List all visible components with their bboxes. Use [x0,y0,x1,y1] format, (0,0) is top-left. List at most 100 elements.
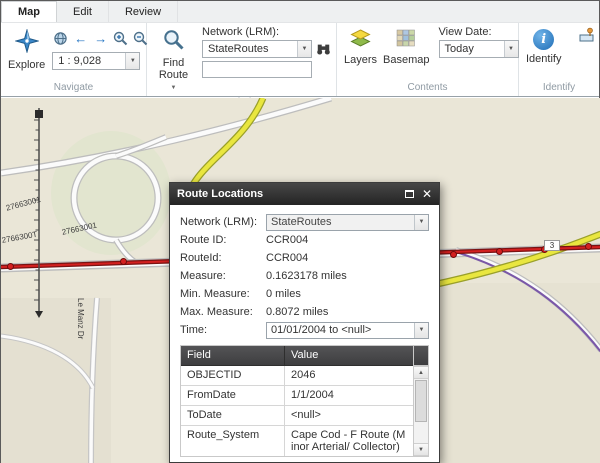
network-lrm-select[interactable]: StateRoutes ▼ [202,40,312,58]
time-select[interactable]: 01/01/2004 to <null> ▼ [266,322,429,339]
close-icon[interactable]: ✕ [422,188,432,200]
route-locations-dialog: Route Locations ✕ Network (LRM): StateRo… [169,182,440,463]
network-lrm-dialog-select[interactable]: StateRoutes ▼ [266,214,429,231]
layers-label: Layers [344,54,377,66]
group-contents: Layers Basemap View Date: To [337,23,519,96]
table-row[interactable]: FromDate 1/1/2004 [181,386,413,406]
network-lrm-label: Network (LRM): [202,26,332,40]
route-id-input[interactable] [202,61,312,78]
chevron-down-icon: ▼ [297,41,311,57]
chevron-down-icon: ▼ [504,41,518,57]
chevron-down-icon: ▼ [171,82,177,94]
next-extent-icon[interactable]: → [92,30,109,47]
find-route-magnifier-icon [163,29,185,54]
field-label: Min. Measure: [180,288,266,300]
basemap-button[interactable]: Basemap [380,26,432,82]
field-value: CCR004 [266,252,429,264]
route-point-marker[interactable] [585,243,592,250]
secondary-road-casing [1,98,331,173]
group-label-navigate: Navigate [1,82,146,96]
find-route-label: Find Route [154,57,193,81]
table-row[interactable]: ToDate <null> [181,406,413,426]
field-value: 0.1623178 miles [266,270,429,282]
group-find: Find Route ▼ Network (LRM): StateRoutes … [147,23,337,96]
table-row[interactable]: Route_System Cape Cod - F Route (Minor A… [181,426,413,456]
basemap-icon [396,29,416,51]
zoom-in-icon[interactable] [112,30,129,47]
field-label: Max. Measure: [180,306,266,318]
cell-value: <null> [285,406,413,425]
app-window: Map Edit Review Explore [0,0,600,463]
scale-combo[interactable]: 1 : 9,028 ▼ [52,52,140,70]
field-row-routeid: RouteId: CCR004 [180,249,429,267]
identify-label: Identify [526,53,561,65]
group-navigate: Explore ← → [1,23,147,96]
chevron-down-icon: ▼ [414,215,428,230]
field-row-network: Network (LRM): StateRoutes ▼ [180,213,429,231]
ribbon: Explore ← → [1,23,599,97]
dialog-title: Route Locations [177,188,263,200]
layers-button[interactable]: Layers [341,26,380,82]
chevron-down-icon: ▼ [125,53,139,69]
route-point-marker[interactable] [496,248,503,255]
field-row-time: Time: 01/01/2004 to <null> ▼ [180,321,429,339]
cell-value: Cape Cod - F Route (Minor Arterial/ Coll… [285,426,413,456]
route-point-marker[interactable] [450,251,457,258]
identify-location-icon[interactable] [578,26,596,44]
route-shield: 3 [544,240,560,251]
group-label-identify: Identify [519,82,599,96]
field-value: CCR004 [266,234,429,246]
scrollbar-track[interactable] [414,379,428,443]
network-lrm-value: StateRoutes [208,43,269,55]
field-label: Route ID: [180,234,266,246]
tab-map[interactable]: Map [1,1,57,22]
group-label-contents: Contents [337,82,518,96]
field-label: RouteId: [180,252,266,264]
identify-info-icon: i [533,29,554,50]
field-row-min-measure: Min. Measure: 0 miles [180,285,429,303]
table-header-row: Field Value [181,346,413,366]
scale-value: 1 : 9,028 [58,55,101,67]
tab-edit[interactable]: Edit [57,1,109,22]
cell-field: FromDate [181,386,285,405]
map-label: Le Manz Dr [76,298,85,339]
maximize-icon[interactable] [405,190,414,198]
scroll-down-icon[interactable]: ▼ [414,443,428,456]
field-label: Network (LRM): [180,216,266,228]
view-date-label: View Date: [439,26,519,40]
field-row-route-id: Route ID: CCR004 [180,231,429,249]
full-extent-icon[interactable] [52,30,69,47]
scroll-up-icon[interactable]: ▲ [414,366,428,379]
identify-button[interactable]: i Identify [523,26,564,82]
scrollbar-thumb[interactable] [415,380,427,422]
land-patch [431,283,600,463]
field-value: StateRoutes [271,216,332,228]
cell-field: OBJECTID [181,366,285,385]
field-label: Time: [180,324,266,336]
route-point-marker[interactable] [120,258,127,265]
vertical-ruler [34,108,43,318]
view-date-select[interactable]: Today ▼ [439,40,519,58]
binoculars-icon[interactable] [315,41,332,58]
find-route-button[interactable]: Find Route ▼ [151,26,196,97]
field-label: Measure: [180,270,266,282]
table-row[interactable]: OBJECTID 2046 [181,366,413,386]
cell-value: 2046 [285,366,413,385]
explore-label: Explore [8,59,45,71]
chevron-down-icon: ▼ [414,323,428,338]
tab-review[interactable]: Review [109,1,178,22]
route-point-marker[interactable] [7,263,14,270]
column-header-field: Field [181,346,285,365]
field-value: 0 miles [266,288,429,300]
previous-extent-icon[interactable]: ← [72,30,89,47]
field-value: 01/01/2004 to <null> [271,324,371,336]
explore-button[interactable]: Explore [5,26,48,82]
view-date-value: Today [445,43,474,55]
dialog-titlebar[interactable]: Route Locations ✕ [170,183,439,205]
group-identify: i Identify Identify [519,23,599,96]
basemap-label: Basemap [383,54,429,66]
table-scrollbar[interactable]: ▲ ▼ [413,346,428,456]
cell-field: ToDate [181,406,285,425]
cell-field: Route_System [181,426,285,456]
ribbon-tab-bar: Map Edit Review [1,1,599,23]
